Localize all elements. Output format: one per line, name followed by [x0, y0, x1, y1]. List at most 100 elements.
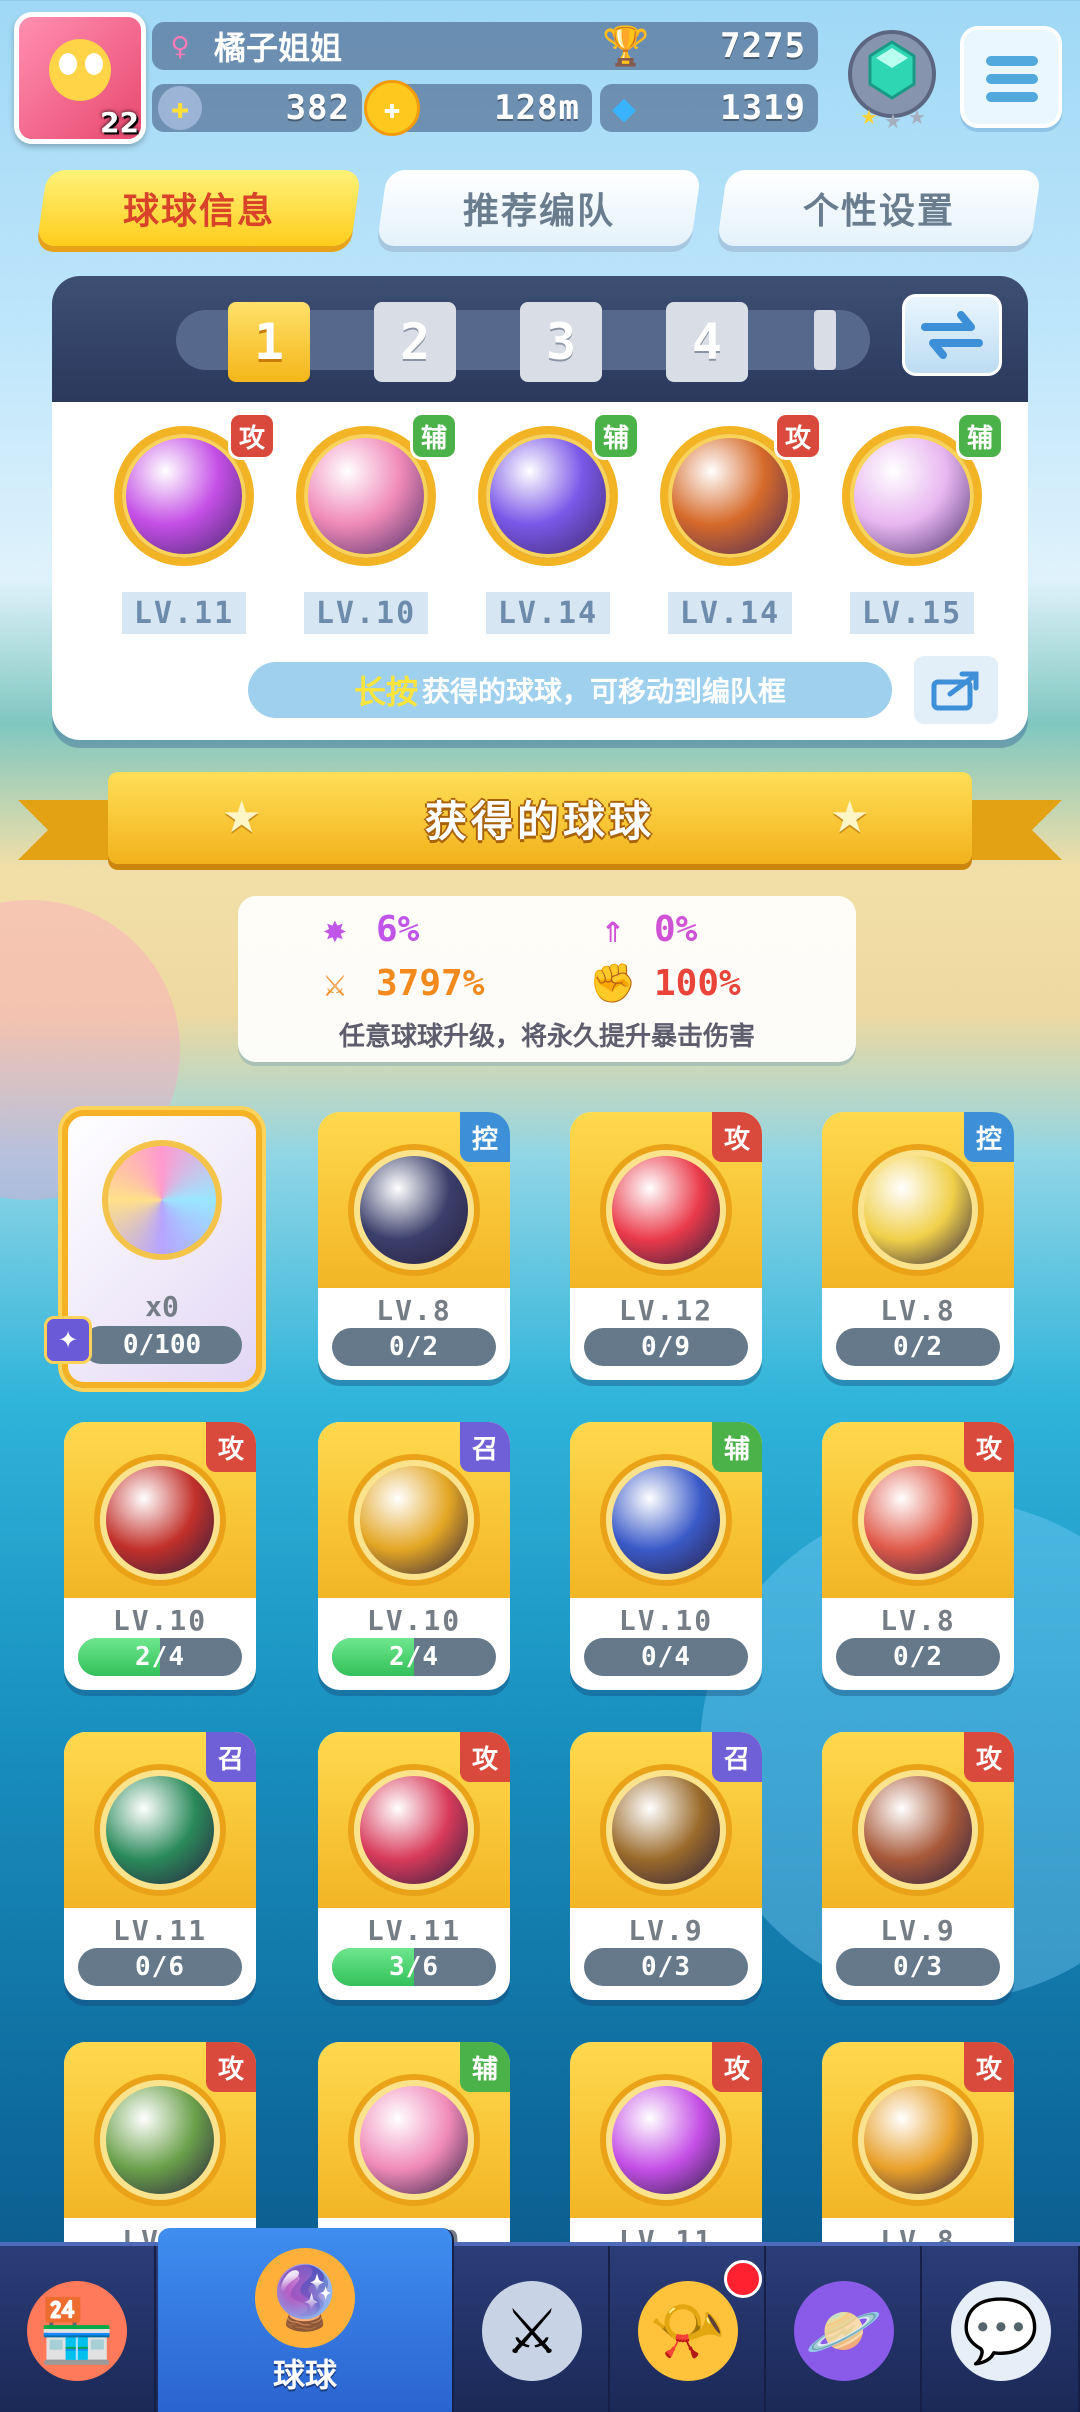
- dark-monster-icon: [354, 1150, 474, 1270]
- svg-text:★: ★: [884, 109, 902, 133]
- plus-star-icon: ✚: [158, 86, 202, 130]
- ball-card[interactable]: 控 LV.8 0/2: [318, 1112, 510, 1380]
- team-slot-1[interactable]: 1: [228, 302, 310, 382]
- tab-recommended-team[interactable]: 推荐编队: [376, 170, 702, 246]
- slash-icon: ⚔: [323, 961, 347, 1005]
- ball-card[interactable]: 控 LV.8 0/2: [822, 1112, 1014, 1380]
- fragment-progress-bar: 0/100: [82, 1326, 242, 1364]
- trophy-icon: 🏆: [602, 23, 650, 68]
- ball-card[interactable]: 攻 LV.8 0/2: [822, 1422, 1014, 1690]
- universal-fragment-card[interactable]: x0 0/100 ✦: [44, 1110, 262, 1388]
- ball-card[interactable]: 攻 LV.10 2/4: [64, 1422, 256, 1690]
- ball-card[interactable]: 攻 LV.11 3/6: [318, 1732, 510, 2000]
- menu-icon: [986, 92, 1038, 102]
- nav-label: 球球: [272, 2356, 337, 2394]
- ball-card[interactable]: 召 LV.9 0/3: [570, 1732, 762, 2000]
- stat-value: 100%: [654, 962, 741, 1004]
- stat-crit-resist: ⇑ 0%: [590, 906, 698, 952]
- card-progress-bar: 3/6: [332, 1948, 496, 1986]
- coins-bar[interactable]: ✚ 128m: [364, 80, 592, 136]
- ball-type-tag: 辅: [592, 412, 640, 460]
- ball-type-tag: 召: [712, 1732, 762, 1782]
- card-progress-text: 0/2: [389, 1332, 439, 1362]
- ball-type-tag: 攻: [964, 1422, 1014, 1472]
- card-level: LV.8: [376, 1294, 452, 1327]
- boy-face-icon: [100, 2080, 220, 2200]
- tab-label: 个性设置: [802, 191, 955, 232]
- fragment-progress-text: 0/100: [122, 1330, 202, 1360]
- hex-planet-icon: [606, 1460, 726, 1580]
- team-slot-3[interactable]: 3: [520, 302, 602, 382]
- card-level: LV.9: [880, 1914, 956, 1947]
- nav-item-planet[interactable]: 🪐: [768, 2246, 922, 2412]
- card-progress-bar: 0/2: [836, 1638, 1000, 1676]
- stat-crit-damage: ⚔ 3797%: [312, 960, 485, 1006]
- red-blob-icon: [606, 1150, 726, 1270]
- ball-type-tag: 攻: [964, 2042, 1014, 2092]
- puzzle-icon: ✦: [44, 1316, 92, 1364]
- tab-label: 球球信息: [122, 191, 275, 232]
- ribbon-right: [962, 800, 1062, 860]
- trident-icon: [100, 1460, 220, 1580]
- swap-icon: [921, 311, 983, 359]
- crit-stats-panel: ✸ 6% ⇑ 0% ⚔ 3797% ✊ 100% 任意球球升级，将永久提升暴击伤害: [238, 896, 856, 1062]
- card-level: LV.11: [366, 1914, 462, 1947]
- team-panel: 1 2 3 4 攻 LV.11 辅 LV.10 辅 LV.14 攻 LV.14 辅 LV.15 长…: [52, 276, 1028, 740]
- team-slot-2[interactable]: 2: [374, 302, 456, 382]
- avatar[interactable]: 22: [14, 12, 146, 144]
- dinosaur-icon: [858, 2080, 978, 2200]
- gems-bar[interactable]: ◆ 1319: [600, 84, 818, 132]
- ball-card[interactable]: 辅 LV.10 0/4: [570, 1422, 762, 1690]
- hint-highlight: 长按: [353, 673, 418, 711]
- card-progress-text: 0/2: [893, 1332, 943, 1362]
- balls-icon: 🔮: [255, 2248, 355, 2348]
- ball-type-tag: 攻: [206, 2042, 256, 2092]
- fist-icon: ✊: [589, 960, 637, 1005]
- card-progress-text: 2/4: [389, 1642, 439, 1672]
- card-level: LV.8: [880, 1294, 956, 1327]
- rank-badge[interactable]: ★ ★ ★: [838, 22, 946, 134]
- ball-card[interactable]: 攻 LV.12 0/9: [570, 1112, 762, 1380]
- gems-value: 1319: [720, 88, 806, 128]
- tab-ball-info[interactable]: 球球信息: [36, 170, 362, 246]
- nav-item-balls[interactable]: 🔮 球球: [158, 2228, 454, 2412]
- ball-card[interactable]: 召 LV.10 2/4: [318, 1422, 510, 1690]
- menu-button[interactable]: [960, 26, 1062, 128]
- stat-plus-value: 382: [285, 88, 350, 128]
- card-level: LV.9: [628, 1914, 704, 1947]
- share-team-button[interactable]: [914, 656, 998, 724]
- ball-type-tag: 攻: [206, 1422, 256, 1472]
- crit-stats-note: 任意球球升级，将永久提升暴击伤害: [338, 1022, 755, 1052]
- trophy-count: 7275: [720, 26, 806, 66]
- card-progress-text: 2/4: [135, 1642, 185, 1672]
- ball-card[interactable]: 召 LV.11 0/6: [64, 1732, 256, 2000]
- card-progress-bar: 0/2: [332, 1328, 496, 1366]
- universal-ball-icon: [102, 1140, 222, 1260]
- section-title: 获得的球球: [424, 796, 655, 846]
- card-level: LV.10: [366, 1604, 462, 1637]
- fragment-count: x0: [145, 1290, 179, 1323]
- team-slot-more[interactable]: [814, 310, 836, 370]
- whistle-icon: 📯: [638, 2281, 738, 2381]
- swap-team-button[interactable]: [902, 294, 1002, 376]
- stat-plus-bar[interactable]: ✚ 382: [152, 84, 362, 132]
- stat-value: 3797%: [376, 962, 485, 1004]
- nav-item-chat-heart[interactable]: 💬: [924, 2246, 1080, 2412]
- sparkle-fish-icon: [606, 2080, 726, 2200]
- long-press-hint: 长按 获得的球球，可移动到编队框: [248, 662, 892, 718]
- ball-card[interactable]: 攻 LV.9 0/3: [822, 1732, 1014, 2000]
- ball-type-tag: 攻: [228, 412, 276, 460]
- stat-crit-rate: ✸ 6%: [312, 906, 420, 952]
- tab-label: 推荐编队: [462, 191, 615, 232]
- ball-type-tag: 辅: [410, 412, 458, 460]
- ball-type-tag: 辅: [460, 2042, 510, 2092]
- tab-personal-settings[interactable]: 个性设置: [716, 170, 1042, 246]
- team-member-level: LV.11: [122, 592, 246, 634]
- card-level: LV.8: [880, 1604, 956, 1637]
- nav-item-shop[interactable]: 🏪: [0, 2246, 156, 2412]
- team-slot-4[interactable]: 4: [666, 302, 748, 382]
- card-progress-text: 0/3: [641, 1952, 691, 1982]
- card-level: LV.10: [618, 1604, 714, 1637]
- nav-item-crossed-swords[interactable]: ⚔: [456, 2246, 610, 2412]
- ball-type-tag: 辅: [712, 1422, 762, 1472]
